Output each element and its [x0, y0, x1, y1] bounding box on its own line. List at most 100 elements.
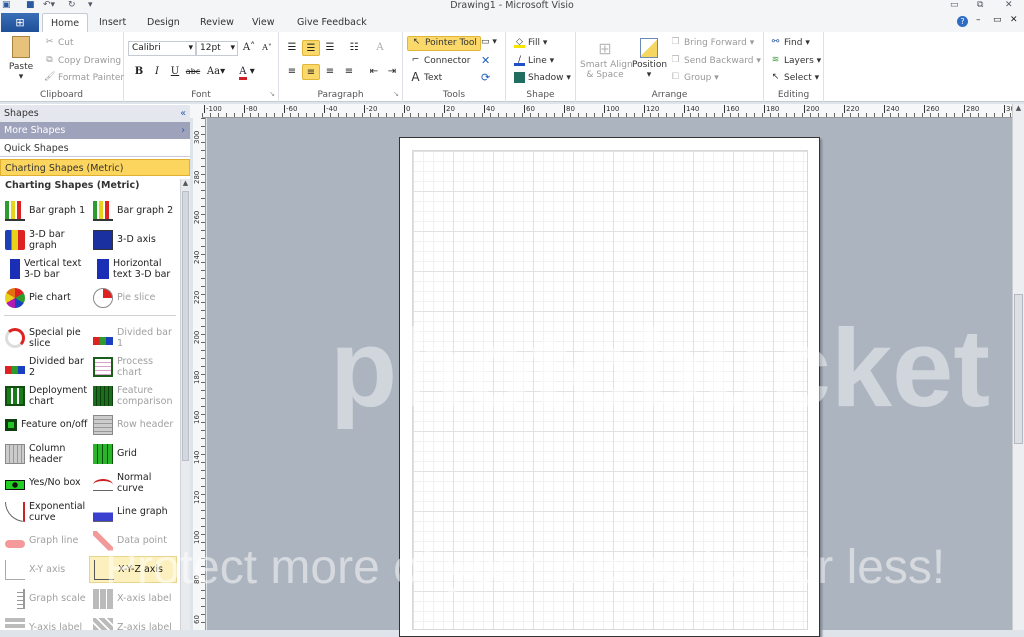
shape-item-row-header[interactable]: Row header: [89, 411, 177, 438]
bullets-button[interactable]: ☷: [345, 40, 363, 56]
shape-item-graph-scale[interactable]: Graph scale: [1, 585, 89, 612]
font-color-button[interactable]: A ▾: [234, 64, 260, 80]
shape-item-data-point[interactable]: Data point: [89, 527, 177, 554]
rotate-tool-icon[interactable]: ⟳: [481, 71, 490, 84]
close-window-button[interactable]: ✕: [1005, 0, 1013, 10]
find-button[interactable]: ⚯ Find ▾: [770, 37, 810, 48]
justify-button[interactable]: ≡: [340, 64, 358, 80]
tab-home[interactable]: Home: [42, 13, 89, 32]
tab-insert[interactable]: Insert: [91, 13, 134, 32]
connection-point-icon[interactable]: ✕: [481, 54, 490, 67]
paste-button[interactable]: Paste ▾: [8, 36, 34, 90]
shape-item-3d-bar[interactable]: 3-D bar graph: [1, 226, 89, 253]
align-center-button[interactable]: ≡: [302, 64, 320, 80]
italic-button[interactable]: I: [148, 64, 166, 80]
shape-item-deployment-chart[interactable]: Deployment chart: [1, 382, 89, 409]
ribbon-minimize-button[interactable]: –: [976, 15, 981, 25]
minimize-window-button[interactable]: ▭: [950, 0, 959, 10]
canvas-vertical-scrollbar[interactable]: ▲: [1012, 104, 1024, 630]
text-block-icon[interactable]: A: [371, 40, 389, 56]
shape-item-z-axis-label[interactable]: Z-axis label: [89, 614, 177, 630]
page-grid[interactable]: [412, 150, 808, 630]
align-right-button[interactable]: ≡: [321, 64, 339, 80]
shape-item-feature-comparison[interactable]: Feature comparison: [89, 382, 177, 409]
shape-item-process-chart[interactable]: Process chart: [89, 353, 177, 380]
shape-item-grid[interactable]: Grid: [89, 440, 177, 467]
more-shapes-button[interactable]: More Shapes ›: [0, 122, 190, 139]
line-button[interactable]: ∕ Line ▾: [514, 55, 554, 66]
font-size-select[interactable]: 12pt ▾: [196, 41, 238, 56]
connector-tool-button[interactable]: ⌐ Connector: [410, 55, 471, 66]
text-tool-button[interactable]: A Text: [410, 71, 442, 83]
position-button[interactable]: Position ▾: [632, 38, 667, 80]
undo-icon[interactable]: ↶▾: [43, 0, 55, 10]
group-button[interactable]: ⧠ Group ▾: [670, 72, 719, 83]
quick-shapes-button[interactable]: Quick Shapes: [0, 140, 190, 157]
shape-item-3d-axis[interactable]: 3-D axis: [89, 226, 177, 253]
shape-item-xyz-axis[interactable]: X-Y-Z axis: [89, 556, 177, 583]
customize-qat-icon[interactable]: ▾: [88, 0, 93, 10]
canvas-scroll-thumb[interactable]: [1014, 294, 1023, 444]
strikethrough-button[interactable]: abc: [184, 64, 202, 80]
align-middle-button[interactable]: ☰: [302, 40, 320, 56]
redo-icon[interactable]: ↻: [68, 0, 76, 10]
shape-item-pie-slice[interactable]: Pie slice: [89, 284, 177, 311]
shape-item-bar-graph-percent[interactable]: Bar graph 2: [89, 197, 177, 224]
shape-item-line-graph[interactable]: Line graph: [89, 498, 177, 525]
column-header-icon: [5, 443, 25, 464]
bold-button[interactable]: B: [130, 64, 148, 80]
shape-item-special-pie[interactable]: Special pie slice: [1, 324, 89, 351]
copy-drawing-button[interactable]: ⧉ Copy Drawing: [44, 55, 121, 66]
send-backward-button[interactable]: ❐ Send Backward ▾: [670, 55, 760, 66]
fill-button[interactable]: ◇ Fill ▾: [514, 37, 547, 48]
file-tab[interactable]: ⊞: [1, 13, 39, 32]
decrease-indent-button[interactable]: ⇤: [365, 64, 383, 80]
grow-font-button[interactable]: A˄: [240, 40, 258, 56]
save-icon[interactable]: ■: [26, 0, 35, 10]
cut-button[interactable]: ✂ Cut: [44, 37, 74, 48]
shape-item-feature-onoff[interactable]: Feature on/off: [1, 411, 89, 438]
shape-item-x-axis-label[interactable]: X-axis label: [89, 585, 177, 612]
shape-item-pie-chart[interactable]: Pie chart: [1, 284, 89, 311]
shape-item-yes-no[interactable]: Yes/No box: [1, 469, 89, 496]
shape-item-divided-bar[interactable]: Divided bar 1: [89, 324, 177, 351]
shape-item-graph-line[interactable]: Graph line: [1, 527, 89, 554]
help-icon[interactable]: ?: [957, 16, 968, 27]
doc-close-button[interactable]: ✕: [1010, 15, 1018, 25]
shape-item-divided-bar-percent[interactable]: Divided bar 2: [1, 353, 89, 380]
increase-indent-button[interactable]: ⇥: [383, 64, 401, 80]
font-family-select[interactable]: Calibri ▾: [128, 41, 196, 56]
format-painter-button[interactable]: 🖌 Format Painter: [44, 72, 124, 83]
pointer-tool-button[interactable]: ↖ Pointer Tool: [407, 36, 481, 51]
collapse-panel-icon[interactable]: «: [180, 105, 186, 122]
bring-forward-button[interactable]: ❐ Bring Forward ▾: [670, 37, 754, 48]
shrink-font-button[interactable]: A˅: [258, 40, 276, 56]
shape-item-xy-axis[interactable]: X-Y axis: [1, 556, 89, 583]
stencil-tab-charting-shapes[interactable]: Charting Shapes (Metric): [0, 159, 190, 176]
shape-item-normal-curve[interactable]: Normal curve: [89, 469, 177, 496]
layers-button[interactable]: ≋ Layers ▾: [770, 55, 821, 66]
shapes-scroll-thumb[interactable]: [182, 191, 189, 461]
doc-restore-button[interactable]: ▭: [993, 15, 1002, 25]
tab-view[interactable]: View: [244, 13, 283, 32]
shape-item-bar-graph[interactable]: Bar graph 1: [1, 197, 89, 224]
tab-design[interactable]: Design: [139, 13, 188, 32]
shape-item-y-axis-label[interactable]: Y-axis label: [1, 614, 89, 630]
restore-window-button[interactable]: ⧉: [977, 0, 983, 10]
align-top-button[interactable]: ☰: [283, 40, 301, 56]
shadow-button[interactable]: Shadow ▾: [514, 72, 571, 83]
select-button[interactable]: ↖ Select ▾: [770, 72, 819, 83]
align-bottom-button[interactable]: ☰: [321, 40, 339, 56]
align-left-button[interactable]: ≡: [283, 64, 301, 80]
shape-item-column-header[interactable]: Column header: [1, 440, 89, 467]
rectangle-tool-button[interactable]: ▭ ▾: [481, 37, 497, 47]
shapes-scrollbar[interactable]: ▲: [180, 179, 190, 630]
shape-item-exponential-curve[interactable]: Exponential curve: [1, 498, 89, 525]
tab-give-feedback[interactable]: Give Feedback: [289, 13, 375, 32]
change-case-button[interactable]: Aa▾: [204, 64, 228, 80]
smart-align-space-button[interactable]: ⊞ Smart Align & Space: [580, 38, 633, 80]
shape-item-horizontal-bar[interactable]: Horizontal text 3-D bar: [89, 255, 177, 282]
shape-item-vertical-bar[interactable]: Vertical text 3-D bar: [1, 255, 89, 282]
underline-button[interactable]: U: [166, 64, 184, 80]
tab-review[interactable]: Review: [192, 13, 242, 32]
